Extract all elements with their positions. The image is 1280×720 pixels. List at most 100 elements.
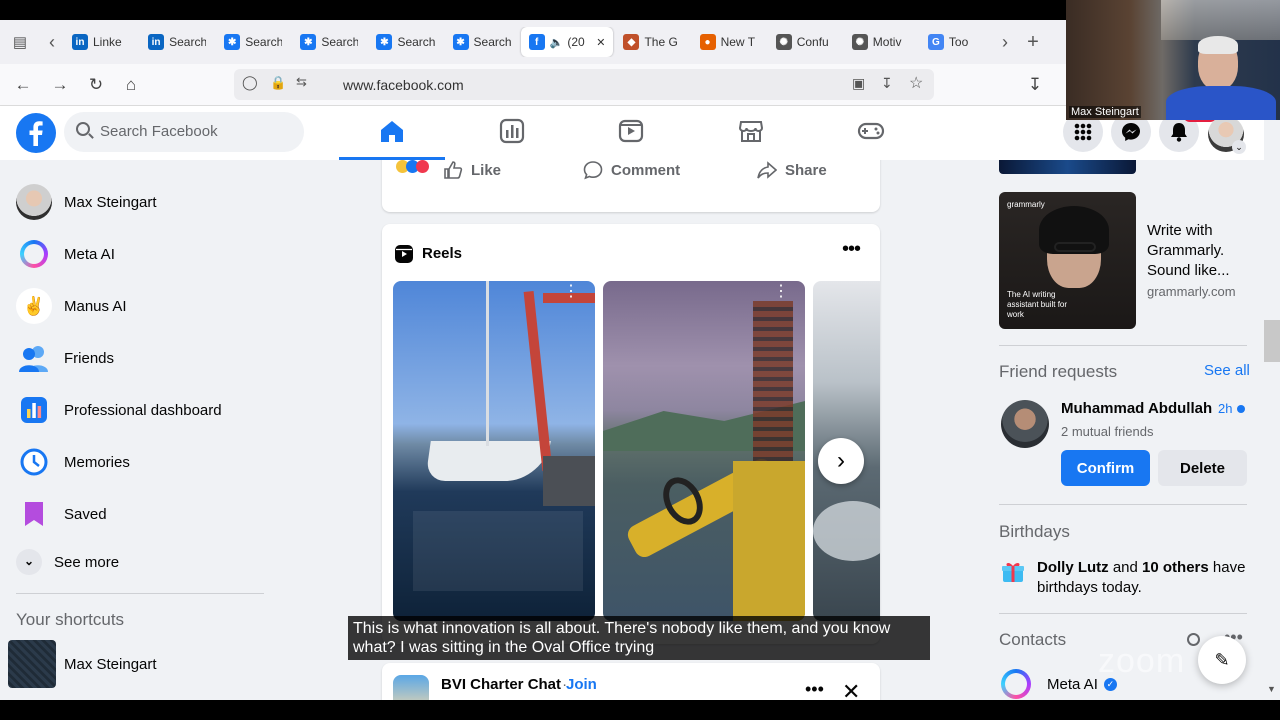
shortcuts-heading: Your shortcuts	[16, 610, 125, 629]
tabs-scroll-right-icon[interactable]: ›	[994, 32, 1016, 53]
see-more-button[interactable]: ⌄ See more	[16, 542, 119, 582]
shortcut-item[interactable]: Max Steingart	[8, 640, 157, 688]
tab-label: Search	[473, 35, 511, 49]
sidebar-item-label: Manus AI	[64, 297, 127, 315]
reload-icon[interactable]: ↻	[85, 74, 107, 96]
sidebar-item-friends[interactable]: Friends	[16, 338, 114, 378]
browser-tab[interactable]: ✱ Search	[292, 27, 366, 57]
sidebar-item-profile[interactable]: Max Steingart	[16, 182, 157, 222]
reel-menu-icon[interactable]: ⋮	[773, 284, 789, 300]
friend-request-avatar[interactable]	[1001, 400, 1049, 448]
marketplace-nav-icon[interactable]	[736, 116, 766, 146]
birthday-name[interactable]: Dolly Lutz	[1037, 559, 1109, 576]
browser-tab[interactable]: ✺ Motiv	[844, 27, 918, 57]
browser-tab[interactable]: in Linke	[64, 27, 138, 57]
gift-icon	[1002, 562, 1024, 582]
sidebar-item-memories[interactable]: Memories	[16, 442, 130, 482]
search-box[interactable]: Search Facebook	[64, 112, 304, 152]
home-nav-icon[interactable]	[377, 116, 407, 146]
sidebar-item-professional-dashboard[interactable]: Professional dashboard	[16, 390, 222, 430]
sidebar-item-manus-ai[interactable]: ✌ Manus AI	[16, 286, 127, 326]
page-scrollbar[interactable]: ▼	[1264, 106, 1280, 700]
lock-icon[interactable]: 🔒	[270, 75, 286, 91]
speaker-icon[interactable]: 🔈	[550, 36, 564, 49]
birthday-others[interactable]: 10 others	[1142, 559, 1209, 576]
browser-tab[interactable]: f 🔈 (20 ✕	[520, 27, 614, 57]
save-page-icon[interactable]: ↧	[881, 75, 893, 92]
browser-tab[interactable]: ✱ Search	[216, 27, 290, 57]
close-icon[interactable]: ✕	[842, 679, 860, 700]
scrollbar-thumb[interactable]	[1264, 320, 1280, 362]
reels-more-icon[interactable]: •••	[842, 238, 861, 261]
compass-icon: ✱	[376, 34, 393, 50]
tab-close-icon[interactable]: ✕	[596, 36, 605, 49]
scroll-down-icon[interactable]: ▼	[1267, 684, 1276, 694]
browser-tab[interactable]: ● New T	[692, 27, 766, 57]
gaming-nav-icon[interactable]	[856, 116, 886, 146]
friend-request-name[interactable]: Muhammad Abdullah	[1061, 400, 1212, 417]
reel-menu-icon[interactable]: ⋮	[563, 284, 579, 300]
video-nav-icon[interactable]	[616, 116, 646, 146]
tabs-scroll-left-icon[interactable]: ‹	[40, 32, 64, 53]
permissions-icon[interactable]: ⇆	[296, 74, 307, 90]
screenshot-icon[interactable]: ▣	[852, 75, 865, 92]
browser-tab[interactable]: ✺ Confu	[768, 27, 842, 57]
reel-thumbnail[interactable]: ⋮	[603, 281, 805, 621]
ad-prev-thumbnail[interactable]	[999, 160, 1136, 174]
sidebar-item-meta-ai[interactable]: Meta AI	[16, 234, 115, 274]
reel-thumbnail[interactable]: ⋮	[393, 281, 595, 621]
sidebar-item-saved[interactable]: Saved	[16, 494, 107, 534]
new-message-button[interactable]: ✎	[1198, 636, 1246, 684]
ad-line-2: Grammarly.	[1147, 242, 1225, 259]
browser-tab[interactable]: ✱ Search	[368, 27, 442, 57]
confirm-button[interactable]: Confirm	[1061, 450, 1150, 486]
forward-icon[interactable]: →	[49, 74, 71, 96]
browser-tab[interactable]: in Search	[140, 27, 214, 57]
caption-line-1: This is what innovation is all about. Th…	[353, 620, 891, 637]
right-divider-1	[999, 345, 1247, 346]
see-all-link[interactable]: See all	[1204, 362, 1250, 379]
home-icon[interactable]: ⌂	[120, 74, 142, 96]
like-label: Like	[471, 161, 502, 179]
birthday-and: and	[1108, 559, 1143, 576]
ad-brand: grammarly	[1007, 200, 1045, 209]
address-bar[interactable]: ◯ 🔒 ⇆ www.facebook.com ▣ ↧ ☆	[234, 69, 934, 100]
join-link[interactable]: Join	[566, 676, 597, 693]
group-avatar	[393, 675, 429, 700]
shield-icon[interactable]: ◯	[242, 74, 258, 91]
download-icon[interactable]: ↧	[1024, 74, 1046, 96]
tab-label: Linke	[93, 35, 122, 49]
ad-tagline: The AI writing assistant built for work	[1007, 290, 1068, 319]
dashboard-nav-icon[interactable]	[497, 116, 527, 146]
post-more-icon[interactable]: •••	[805, 679, 824, 700]
post-card: Like Comment Share	[382, 160, 880, 212]
reels-next-button[interactable]: ›	[818, 438, 864, 484]
browser-tab[interactable]: ✱ Search	[445, 27, 519, 57]
ad-line-1: Write with	[1147, 222, 1213, 239]
comment-button[interactable]: Comment	[583, 160, 680, 180]
reel-boat-hull	[425, 441, 551, 481]
bookmark-star-icon[interactable]: ☆	[909, 73, 923, 93]
facebook-logo-icon[interactable]	[16, 113, 56, 153]
tab-label: Search	[321, 35, 359, 49]
contacts-search-icon[interactable]	[1187, 633, 1200, 646]
browser-tab[interactable]: G Too	[920, 27, 994, 57]
compass-icon: ✱	[452, 34, 469, 50]
birthdays-heading: Birthdays	[999, 522, 1070, 541]
back-icon[interactable]: ←	[12, 74, 34, 96]
sidebar-item-label: Professional dashboard	[64, 401, 222, 419]
delete-button[interactable]: Delete	[1158, 450, 1247, 486]
tab-list: in Linke in Search ✱ Search ✱ Search ✱ Search ✱ Sea…	[64, 27, 994, 57]
group-name[interactable]: BVI Charter Chat	[441, 676, 561, 693]
reel-dock	[543, 456, 595, 506]
account-chevron-icon[interactable]: ⌄	[1232, 140, 1246, 154]
new-tab-button[interactable]: +	[1016, 31, 1050, 54]
tab-overview-icon[interactable]: ▤	[0, 33, 40, 51]
linkedin-icon: in	[72, 34, 88, 50]
share-button[interactable]: Share	[757, 160, 827, 180]
browser-tab[interactable]: ◆ The G	[615, 27, 689, 57]
compose-icon: ✎	[1214, 649, 1230, 670]
grammarly-ad[interactable]: grammarly The AI writing assistant built…	[999, 192, 1249, 329]
like-button[interactable]: Like	[443, 160, 501, 180]
url-text[interactable]: www.facebook.com	[343, 77, 464, 93]
